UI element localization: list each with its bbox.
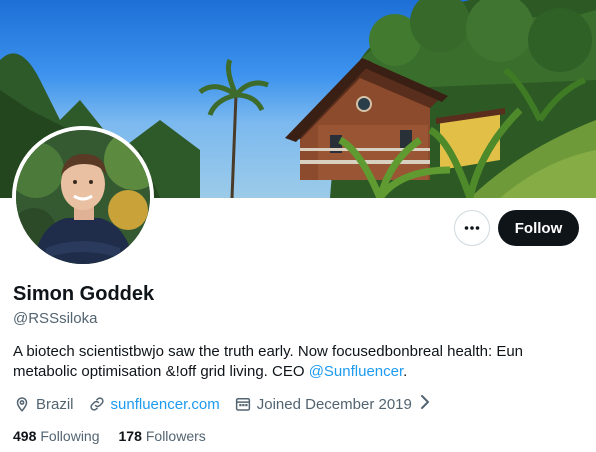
chevron-right-icon[interactable]: [418, 393, 432, 415]
followers-count: 178: [118, 428, 142, 444]
website-link[interactable]: sunfluencer.com: [111, 396, 220, 413]
followers-label: Followers: [145, 428, 206, 444]
website-item: sunfluencer.com: [88, 395, 220, 413]
bio-end: .: [403, 363, 408, 380]
more-dots-icon: [464, 226, 480, 230]
profile-name: Simon Goddek: [13, 283, 155, 305]
location-item: Brazil: [13, 395, 74, 413]
joined-item[interactable]: Joined December 2019: [234, 395, 412, 413]
link-icon: [89, 397, 104, 411]
profile-avatar[interactable]: [12, 126, 154, 268]
following-count: 498: [13, 428, 37, 444]
following-label: Following: [40, 428, 100, 444]
location-text: Brazil: [36, 395, 74, 413]
avatar-photo: [16, 130, 150, 264]
joined-text: Joined December 2019: [256, 395, 412, 413]
profile-meta: Brazil sunfluencer.com Joined December 2…: [13, 394, 432, 414]
bio-mention-link[interactable]: @Sunfluencer: [309, 363, 403, 380]
profile-stats: 498 Following 178 Followers: [13, 428, 225, 444]
followers-link[interactable]: 178 Followers: [119, 428, 206, 444]
profile-bio: A biotech scientistbwjo saw the truth ea…: [13, 342, 573, 382]
more-options-button[interactable]: [454, 210, 490, 246]
location-pin-icon: [16, 397, 28, 412]
following-link[interactable]: 498 Following: [13, 428, 100, 444]
follow-button[interactable]: Follow: [498, 210, 579, 246]
profile-handle: @RSSsiloka: [13, 310, 98, 327]
bio-text: A biotech scientistbwjo saw the truth ea…: [13, 343, 524, 380]
calendar-icon: [235, 398, 250, 411]
